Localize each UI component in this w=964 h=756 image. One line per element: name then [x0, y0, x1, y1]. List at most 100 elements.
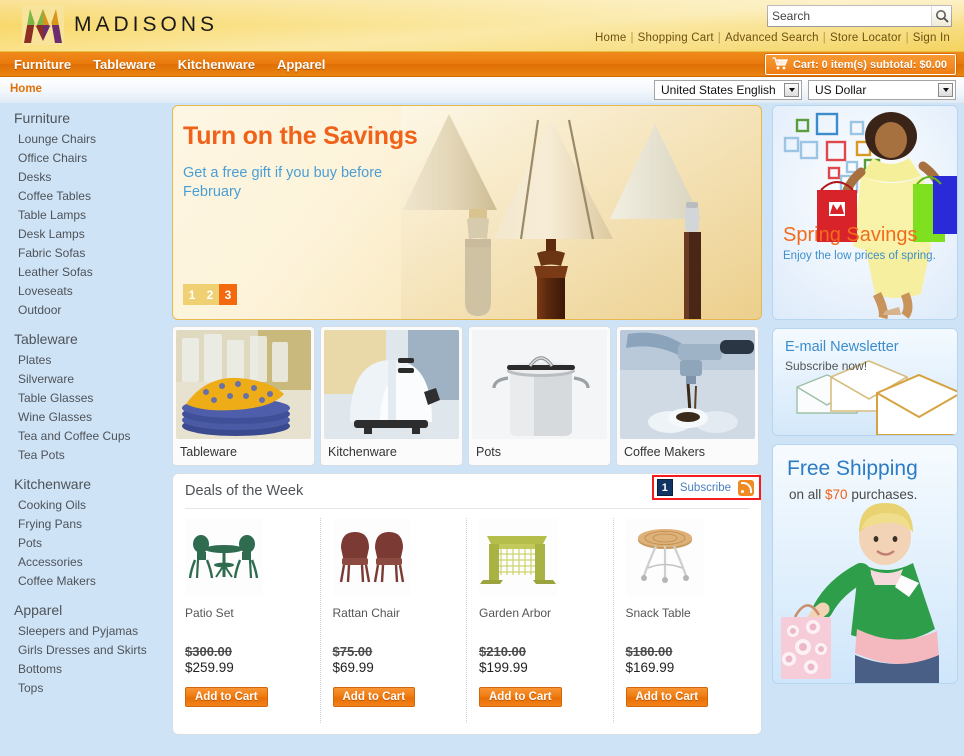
- sidebar-item-desks[interactable]: Desks: [4, 167, 166, 186]
- sidebar-group-title[interactable]: Tableware: [4, 328, 166, 350]
- deal-new-price: $259.99: [185, 660, 234, 675]
- site-logo[interactable]: MADISONS: [22, 5, 218, 45]
- top-link-store-locator[interactable]: Store Locator: [830, 32, 902, 44]
- promo-free-shipping[interactable]: Free Shipping on all $70 purchases.: [772, 444, 958, 684]
- sidebar-item-table-lamps[interactable]: Table Lamps: [4, 205, 166, 224]
- sidebar-item-plates[interactable]: Plates: [4, 350, 166, 369]
- sidebar-item-table-glasses[interactable]: Table Glasses: [4, 388, 166, 407]
- deal-item-garden-arbor[interactable]: Garden Arbor $210.00 $199.99 Add to Cart: [466, 518, 613, 723]
- nav-item-apparel[interactable]: Apparel: [277, 57, 325, 72]
- snack-table-photo: [625, 518, 754, 600]
- currency-select[interactable]: US Dollar: [808, 80, 956, 100]
- deal-old-price: $300.00: [185, 644, 232, 659]
- subscribe-link[interactable]: Subscribe: [680, 482, 731, 494]
- banner-page-1[interactable]: 1: [183, 284, 201, 305]
- sidebar-group-title[interactable]: Apparel: [4, 599, 166, 621]
- nav-item-furniture[interactable]: Furniture: [14, 57, 71, 72]
- add-to-cart-button[interactable]: Add to Cart: [185, 687, 268, 707]
- sidebar-item-frying-pans[interactable]: Frying Pans: [4, 514, 166, 533]
- deal-item-name[interactable]: Snack Table: [626, 606, 754, 620]
- annotation-marker-1: 1: [656, 479, 673, 496]
- search-box[interactable]: [767, 5, 952, 27]
- promo-subtitle-pre: on all: [789, 487, 826, 502]
- add-to-cart-button[interactable]: Add to Cart: [625, 687, 709, 707]
- cart-summary-button[interactable]: Cart: 0 item(s) subtotal: $0.00: [764, 54, 956, 75]
- banner-subtitle: Get a free gift if you buy before Februa…: [183, 165, 383, 200]
- sidebar-item-bottoms[interactable]: Bottoms: [4, 659, 166, 678]
- promo-spring-savings[interactable]: Spring Savings Enjoy the low prices of s…: [772, 105, 958, 320]
- sidebar-item-coffee-tables[interactable]: Coffee Tables: [4, 186, 166, 205]
- promo-banner[interactable]: Turn on the Savings Get a free gift if y…: [172, 105, 762, 320]
- brand-name: MADISONS: [74, 13, 219, 36]
- sidebar-item-accessories[interactable]: Accessories: [4, 552, 166, 571]
- banner-page-2[interactable]: 2: [201, 284, 219, 305]
- nav-item-tableware[interactable]: Tableware: [93, 57, 156, 72]
- banner-page-3[interactable]: 3: [219, 284, 237, 305]
- espresso-machine-photo: [620, 330, 755, 439]
- promo-title: Free Shipping: [787, 457, 918, 480]
- deal-new-price: $69.99: [332, 660, 374, 675]
- sidebar-item-outdoor[interactable]: Outdoor: [4, 300, 166, 319]
- chevron-down-icon[interactable]: [784, 83, 799, 97]
- category-tile-pots[interactable]: Pots: [468, 326, 611, 466]
- sidebar-item-loveseats[interactable]: Loveseats: [4, 281, 166, 300]
- add-to-cart-button[interactable]: Add to Cart: [332, 687, 416, 707]
- cart-summary-label: Cart: 0 item(s) subtotal: $0.00: [792, 58, 947, 71]
- category-tile-coffee-makers[interactable]: Coffee Makers: [616, 326, 759, 466]
- deal-item-snack-table[interactable]: Snack Table $180.00 $169.99 Add to Cart: [612, 518, 760, 723]
- deals-title: Deals of the Week: [185, 483, 304, 499]
- sidebar-item-girls-dresses-and-skirts[interactable]: Girls Dresses and Skirts: [4, 640, 166, 659]
- sidebar-item-leather-sofas[interactable]: Leather Sofas: [4, 262, 166, 281]
- sidebar-item-cooking-oils[interactable]: Cooking Oils: [4, 495, 166, 514]
- sidebar-item-sleepers-and-pyjamas[interactable]: Sleepers and Pyjamas: [4, 621, 166, 640]
- breadcrumb[interactable]: Home: [10, 83, 42, 95]
- category-tile-label: Pots: [476, 445, 502, 459]
- category-tile-label: Coffee Makers: [624, 445, 706, 459]
- sidebar-item-tops[interactable]: Tops: [4, 678, 166, 697]
- top-link-shopping-cart[interactable]: Shopping Cart: [638, 32, 714, 44]
- top-link-advanced-search[interactable]: Advanced Search: [725, 32, 819, 44]
- promo-amount: $70: [825, 487, 848, 502]
- sidebar-item-coffee-makers[interactable]: Coffee Makers: [4, 571, 166, 590]
- sidebar-group-title[interactable]: Kitchenware: [4, 473, 166, 495]
- sidebar-navigation: Furniture Lounge Chairs Office Chairs De…: [4, 107, 166, 729]
- deal-old-price: $75.00: [332, 644, 373, 659]
- right-promo-column: Spring Savings Enjoy the low prices of s…: [772, 105, 958, 692]
- deal-new-price: $169.99: [625, 660, 675, 675]
- sidebar-item-desk-lamps[interactable]: Desk Lamps: [4, 224, 166, 243]
- sidebar-group-title[interactable]: Furniture: [4, 107, 166, 129]
- top-link-sign-in[interactable]: Sign In: [913, 32, 950, 44]
- search-icon[interactable]: [931, 6, 951, 26]
- sidebar-item-pots[interactable]: Pots: [4, 533, 166, 552]
- deal-old-price: $180.00: [625, 644, 673, 659]
- sidebar-item-wine-glasses[interactable]: Wine Glasses: [4, 407, 166, 426]
- deal-item-name[interactable]: Patio Set: [185, 606, 314, 620]
- top-link-home[interactable]: Home: [595, 32, 626, 44]
- sidebar-item-lounge-chairs[interactable]: Lounge Chairs: [4, 129, 166, 148]
- deal-item-patio-set[interactable]: Patio Set $300.00 $259.99 Add to Cart: [173, 518, 320, 723]
- nav-item-kitchenware[interactable]: Kitchenware: [178, 57, 255, 72]
- category-tile-label: Kitchenware: [328, 445, 397, 459]
- sidebar-item-fabric-sofas[interactable]: Fabric Sofas: [4, 243, 166, 262]
- deal-item-name[interactable]: Rattan Chair: [333, 606, 461, 620]
- promo-subtitle: Enjoy the low prices of spring.: [783, 250, 936, 262]
- search-input[interactable]: [768, 7, 931, 25]
- category-tile-label: Tableware: [180, 445, 237, 459]
- category-tile-kitchenware[interactable]: Kitchenware: [320, 326, 463, 466]
- sidebar-group-apparel: Apparel Sleepers and Pyjamas Girls Dress…: [4, 599, 166, 697]
- table-lamps-photo: [401, 106, 761, 319]
- sidebar-item-tea-and-coffee-cups[interactable]: Tea and Coffee Cups: [4, 426, 166, 445]
- language-select[interactable]: United States English: [654, 80, 802, 100]
- category-tile-tableware[interactable]: Tableware: [172, 326, 315, 466]
- shopping-cart-icon: [772, 56, 788, 73]
- deal-item-name[interactable]: Garden Arbor: [479, 606, 607, 620]
- chevron-down-icon[interactable]: [938, 83, 953, 97]
- promo-email-newsletter[interactable]: E-mail Newsletter Subscribe now!: [772, 328, 958, 436]
- sidebar-item-tea-pots[interactable]: Tea Pots: [4, 445, 166, 464]
- site-header: MADISONS Home|Shopping Cart|Advanced Sea…: [0, 0, 964, 52]
- add-to-cart-button[interactable]: Add to Cart: [479, 687, 562, 707]
- deal-item-rattan-chair[interactable]: Rattan Chair $75.00 $69.99 Add to Cart: [319, 518, 467, 723]
- rss-icon[interactable]: [738, 479, 754, 496]
- sidebar-item-office-chairs[interactable]: Office Chairs: [4, 148, 166, 167]
- sidebar-item-silverware[interactable]: Silverware: [4, 369, 166, 388]
